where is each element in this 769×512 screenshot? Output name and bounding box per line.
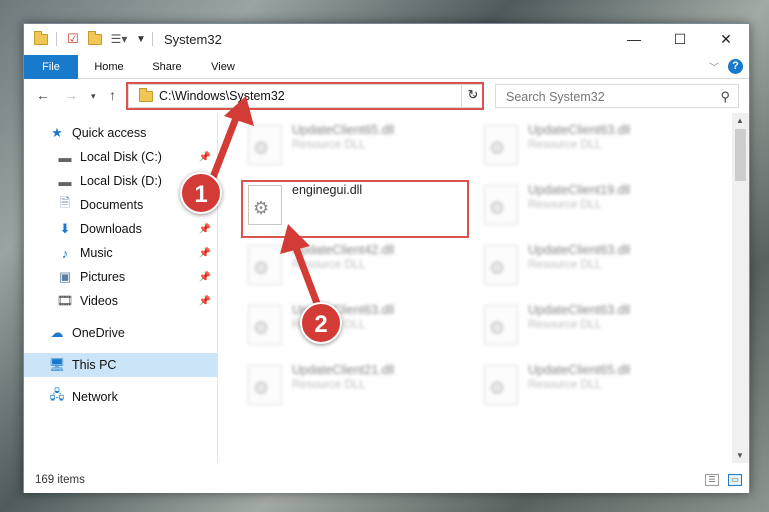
arrow-1 [208,96,254,184]
annotation-arrows [208,96,322,310]
arrow-2 [280,224,322,310]
step-1-callout: 1 [180,172,222,214]
step-2-callout: 2 [300,302,342,344]
